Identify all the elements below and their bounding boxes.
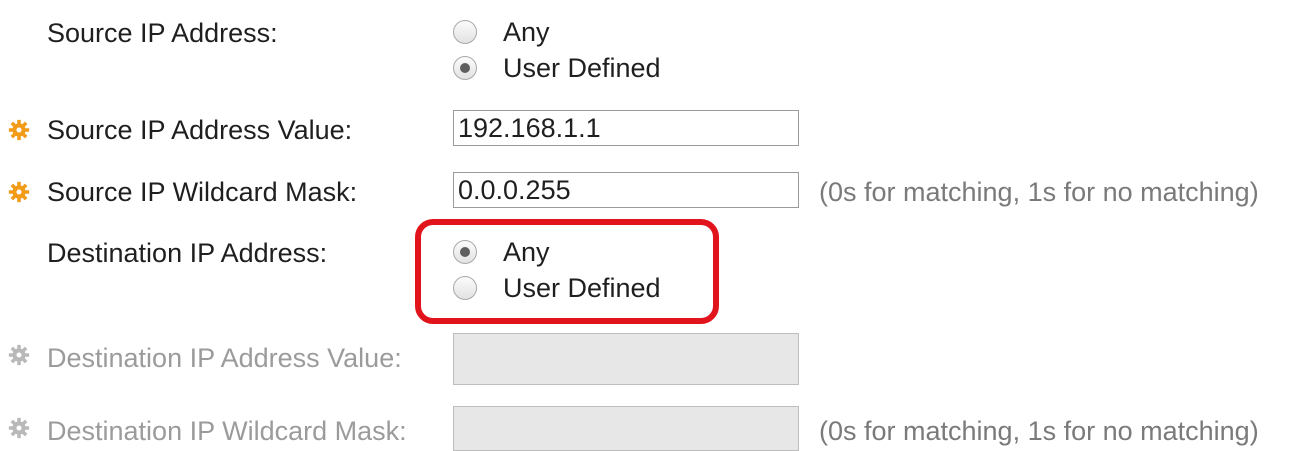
gear-icon (8, 417, 30, 439)
destination-ip-wildcard-mask-hint: (0s for matching, 1s for no matching) (819, 416, 1259, 446)
acl-form: Source IP Address: Any User Defined Sour… (0, 0, 1303, 451)
source-ip-address-row: Source IP Address: Any User Defined (0, 13, 1303, 93)
source-ip-user-defined-option[interactable]: User Defined (453, 50, 753, 86)
source-ip-any-label: Any (503, 17, 550, 47)
destination-ip-wildcard-mask-row: Destination IP Wildcard Mask: (0s for ma… (0, 406, 1303, 451)
source-ip-wildcard-mask-hint: (0s for matching, 1s for no matching) (819, 177, 1259, 207)
gear-icon (8, 181, 30, 203)
destination-ip-address-value-input[interactable] (453, 333, 799, 385)
destination-ip-address-label: Destination IP Address: (47, 238, 328, 268)
destination-ip-address-value-row: Destination IP Address Value: (0, 333, 1303, 385)
source-ip-address-value-label: Source IP Address Value: (47, 115, 353, 145)
source-ip-wildcard-mask-row: Source IP Wildcard Mask: (0s for matchin… (0, 172, 1303, 212)
destination-ip-any-label: Any (503, 237, 550, 267)
destination-ip-wildcard-mask-label: Destination IP Wildcard Mask: (47, 416, 407, 446)
source-ip-address-label: Source IP Address: (47, 18, 278, 48)
gear-icon (8, 119, 30, 141)
source-ip-wildcard-mask-label: Source IP Wildcard Mask: (47, 177, 358, 207)
source-ip-wildcard-mask-input[interactable] (453, 172, 799, 208)
source-ip-any-option[interactable]: Any (453, 14, 753, 50)
destination-ip-any-option[interactable]: Any (453, 234, 753, 270)
source-ip-any-radio[interactable] (453, 20, 477, 44)
source-ip-address-value-row: Source IP Address Value: (0, 110, 1303, 150)
destination-ip-user-defined-label: User Defined (503, 273, 661, 303)
destination-ip-any-radio[interactable] (453, 240, 477, 264)
destination-ip-wildcard-mask-input[interactable] (453, 406, 799, 451)
source-ip-address-radio-group: Any User Defined (453, 14, 753, 86)
source-ip-user-defined-radio[interactable] (453, 56, 477, 80)
destination-ip-user-defined-option[interactable]: User Defined (453, 270, 753, 306)
source-ip-address-value-input[interactable] (453, 110, 799, 146)
destination-ip-user-defined-radio[interactable] (453, 276, 477, 300)
source-ip-user-defined-label: User Defined (503, 53, 661, 83)
destination-ip-address-value-label: Destination IP Address Value: (47, 343, 402, 373)
destination-ip-address-row: Destination IP Address: Any User Defined (0, 233, 1303, 313)
destination-ip-address-radio-group: Any User Defined (453, 234, 753, 306)
gear-icon (8, 344, 30, 366)
